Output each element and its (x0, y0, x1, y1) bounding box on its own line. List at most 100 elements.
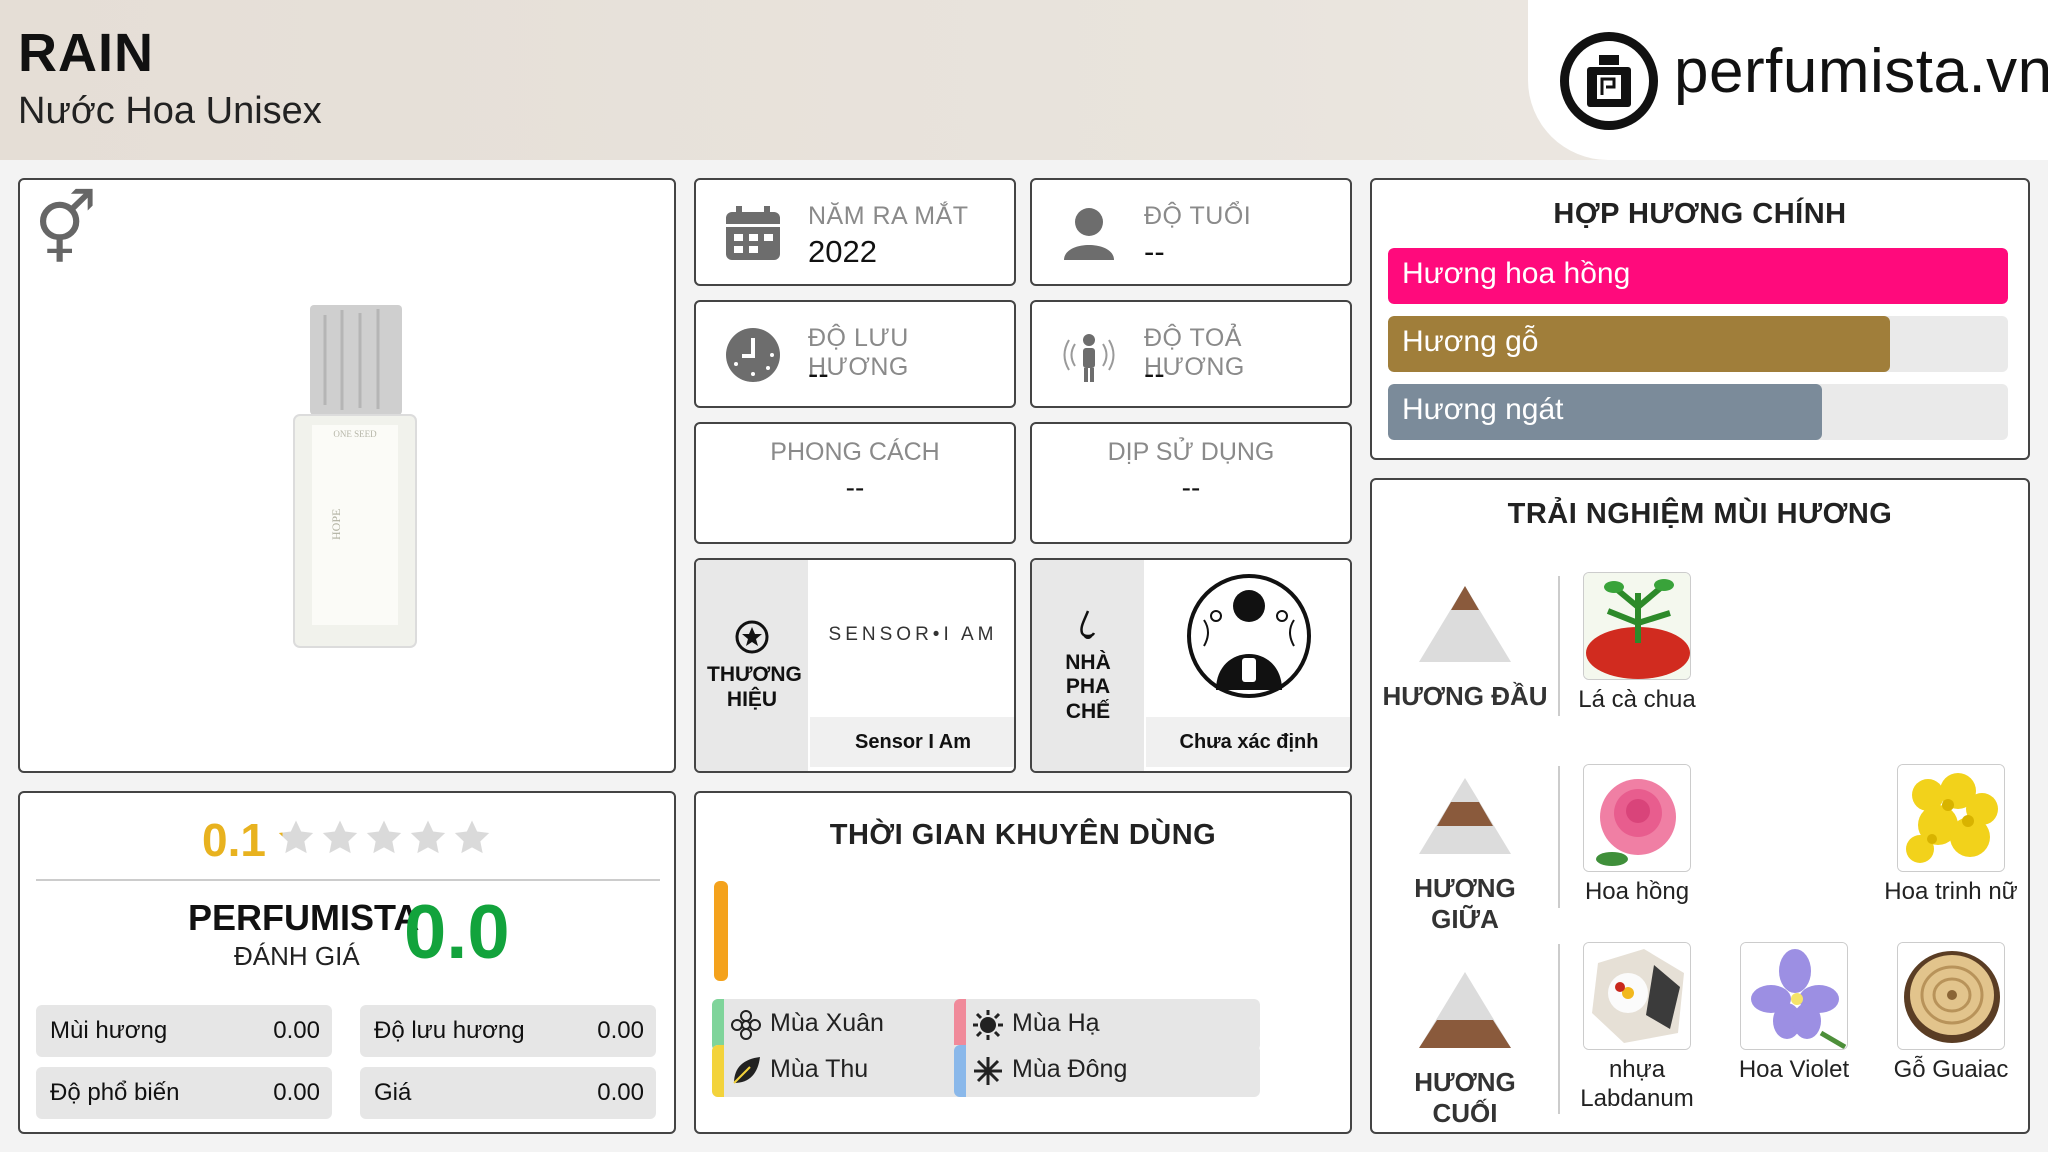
note-item[interactable]: Hoa trinh nữ (1876, 764, 2026, 907)
star-icon[interactable] (452, 818, 492, 863)
occasion-label: DỊP SỬ DỤNG (1107, 438, 1275, 466)
user-score: 0.1 (202, 814, 266, 866)
usage-bar (714, 881, 728, 981)
longevity-label: ĐỘ LƯU HƯƠNG (808, 324, 909, 381)
perfume-bottle-logo-icon (1560, 32, 1658, 130)
age-label: ĐỘ TUỔI (1144, 202, 1252, 230)
perfumer-label-panel: NHÀ PHA CHẾ (1032, 560, 1144, 771)
style-value: -- (845, 472, 865, 503)
main-accords-card: HỢP HƯƠNG CHÍNH Hương hoa hồng Hương gỗ Hư… (1370, 178, 2030, 460)
brand-logo-image: SENSOR•I AM (810, 560, 1014, 715)
sillage-value: -- (1144, 356, 1165, 391)
style-label: PHONG CÁCH (770, 438, 940, 466)
season-color-strip (712, 999, 724, 1051)
rating-row-scent: Mùi hương 0.00 (36, 1005, 332, 1057)
time-of-use-card: THỜI GIAN KHUYÊN DÙNG Mùa Xuân Mùa Hạ Mùa … (694, 791, 1352, 1134)
season-label: Mùa Đông (1012, 1055, 1128, 1083)
clock-icon (726, 328, 780, 382)
occasion-value: -- (1181, 472, 1201, 503)
perfumer-label: NHÀ PHA CHẾ (1065, 651, 1111, 723)
sillage-label: ĐỘ TOẢ HƯƠNG (1144, 324, 1245, 381)
launch-year-label: NĂM RA MẮT (808, 202, 969, 230)
divider (1558, 576, 1560, 716)
longevity-value: -- (808, 356, 829, 391)
rating-value: 0.00 (273, 1017, 320, 1044)
perfumer-card[interactable]: NHÀ PHA CHẾ Chưa xác định (1030, 558, 1352, 773)
notes-card: TRẢI NGHIỆM MÙI HƯƠNG HƯƠNG ĐẦU Lá cà ch… (1370, 478, 2030, 1134)
labdanum-image (1583, 942, 1691, 1050)
brand-card[interactable]: THƯƠNG HIỆU SENSOR•I AM Sensor I Am (694, 558, 1016, 773)
violet-image (1740, 942, 1848, 1050)
brand-label: THƯƠNG HIỆU (707, 663, 802, 711)
rating-label: Độ lưu hương (374, 1017, 525, 1044)
sillage-card: ĐỘ TOẢ HƯƠNG -- (1030, 300, 1352, 408)
season-label: Mùa Thu (770, 1055, 869, 1083)
note-name: Hoa Violet (1738, 1056, 1850, 1083)
rating-row-longevity: Độ lưu hương 0.00 (360, 1005, 656, 1057)
perfumista-sublabel: ĐÁNH GIÁ (234, 941, 360, 971)
season-color-strip (954, 999, 966, 1051)
launch-year-card: NĂM RA MẮT 2022 (694, 178, 1016, 286)
brand-logo-text: SENSOR•I AM (828, 624, 998, 645)
person-radiating-icon (1063, 334, 1115, 382)
season-label: Mùa Xuân (770, 1009, 884, 1037)
leaf-icon (730, 1055, 762, 1087)
age-card: ĐỘ TUỔI -- (1030, 178, 1352, 286)
star-badge-icon (735, 620, 769, 654)
star-icon[interactable] (320, 818, 360, 863)
rating-row-price: Giá 0.00 (360, 1067, 656, 1119)
perfumer-name[interactable]: Chưa xác định (1146, 717, 1350, 767)
person-icon (1064, 208, 1114, 260)
star-rating[interactable] (276, 818, 492, 863)
pyramid-middle-icon (1419, 778, 1511, 854)
pyramid-base-icon (1419, 972, 1511, 1048)
note-item[interactable]: Hoa hồng (1562, 764, 1712, 907)
brand-name[interactable]: Sensor I Am (810, 717, 1014, 767)
time-of-use-title: THỜI GIAN KHUYÊN DÙNG (829, 819, 1217, 851)
accord-label: Hương ngát (1402, 393, 1564, 426)
logo-text: perfumista.vn (1674, 37, 2048, 106)
svg-text:HOPE: HOPE (329, 509, 343, 540)
flower-icon (730, 1009, 762, 1041)
accord-row: Hương hoa hồng (1388, 248, 2008, 304)
calendar-icon (726, 206, 780, 260)
note-name: Lá cà chua (1578, 686, 1696, 713)
user-rating-row: 0.1 (20, 813, 674, 867)
note-item[interactable]: Hoa Violet (1719, 942, 1869, 1085)
star-icon[interactable] (364, 818, 404, 863)
brand-logo[interactable]: perfumista.vn (1528, 0, 2048, 160)
season-color-strip (712, 1045, 724, 1097)
snowflake-icon (972, 1055, 1004, 1087)
season-label: Mùa Hạ (1012, 1009, 1100, 1037)
sun-icon (972, 1009, 1004, 1041)
guaiac-wood-image (1897, 942, 2005, 1050)
note-item[interactable]: Lá cà chua (1562, 572, 1712, 715)
top-notes-label: HƯƠNG ĐẦU (1382, 681, 1548, 711)
style-card: PHONG CÁCH -- (694, 422, 1016, 544)
note-item[interactable]: Gỗ Guaiac (1876, 942, 2026, 1085)
top-notes-tier: HƯƠNG ĐẦU (1380, 582, 1550, 712)
main-accords-title: HỢP HƯƠNG CHÍNH (1553, 198, 1847, 230)
season-item: Mùa Đông (954, 1045, 1260, 1097)
product-image-card: ⚥ ONE SEED HOPE (18, 178, 676, 773)
divider (1558, 944, 1560, 1114)
age-value: -- (1144, 234, 1165, 269)
perfume-bottle-image: ONE SEED HOPE (293, 305, 417, 648)
product-subtitle: Nước Hoa Unisex (18, 90, 322, 132)
rating-value: 0.00 (597, 1017, 644, 1044)
longevity-card: ĐỘ LƯU HƯƠNG -- (694, 300, 1016, 408)
launch-year-value: 2022 (808, 234, 877, 269)
rose-image (1583, 764, 1691, 872)
tomato-leaf-image (1583, 572, 1691, 680)
note-item[interactable]: nhựa Labdanum (1562, 942, 1712, 1114)
divider (1558, 766, 1560, 908)
occasion-card: DỊP SỬ DỤNG -- (1030, 422, 1352, 544)
star-icon[interactable] (408, 818, 448, 863)
accord-row: Hương ngát (1388, 384, 2008, 440)
star-icon[interactable] (276, 818, 316, 863)
rating-value: 0.00 (273, 1079, 320, 1106)
rating-card: 0.1 PERFUMISTA ĐÁNH GIÁ 0.0 Mùi hương 0.0… (18, 791, 676, 1134)
brand-label-panel: THƯƠNG HIỆU (696, 560, 808, 771)
rating-label: Độ phổ biến (50, 1079, 180, 1106)
note-name: Hoa hồng (1584, 878, 1690, 905)
